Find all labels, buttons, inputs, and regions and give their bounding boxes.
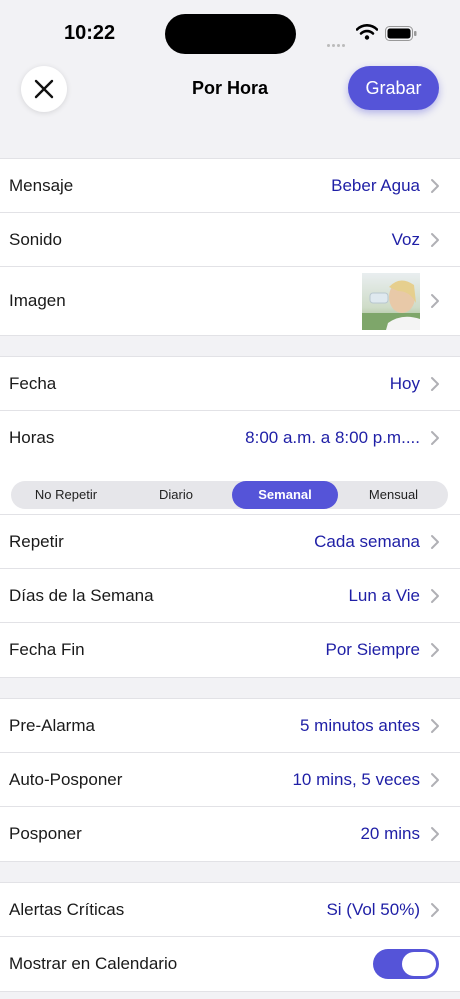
row-label: Días de la Semana xyxy=(9,585,154,605)
row-weekdays[interactable]: Días de la Semana Lun a Vie xyxy=(0,569,460,623)
segment-monthly[interactable]: Mensual xyxy=(339,481,448,509)
row-value: Voz xyxy=(391,229,420,249)
dynamic-island xyxy=(165,14,296,54)
chevron-right-icon xyxy=(431,178,439,193)
segment-daily[interactable]: Diario xyxy=(121,481,231,509)
row-label: Fecha Fin xyxy=(9,640,85,659)
row-value: Lun a Vie xyxy=(348,585,420,605)
row-label: Imagen xyxy=(9,291,66,310)
save-button[interactable]: Grabar xyxy=(348,66,439,110)
calendar-toggle[interactable] xyxy=(373,949,439,979)
chevron-right-icon xyxy=(431,902,439,917)
row-pre-alarm[interactable]: Pre-Alarma 5 minutos antes xyxy=(0,699,460,753)
group-alarm: Pre-Alarma 5 minutos antes Auto-Posponer… xyxy=(0,698,460,862)
row-auto-snooze[interactable]: Auto-Posponer 10 mins, 5 veces xyxy=(0,753,460,807)
row-value: 5 minutos antes xyxy=(299,715,420,735)
row-value: 10 mins, 5 veces xyxy=(292,769,420,789)
row-label: Posponer xyxy=(9,824,82,843)
chevron-right-icon xyxy=(431,718,439,733)
row-sound[interactable]: Sonido Voz xyxy=(0,213,460,267)
status-time: 10:22 xyxy=(64,22,116,44)
chevron-right-icon xyxy=(431,643,439,657)
row-label: Repetir xyxy=(9,531,64,551)
row-date[interactable]: Fecha Hoy xyxy=(0,357,460,411)
row-show-in-calendar: Mostrar en Calendario xyxy=(0,937,460,991)
row-message[interactable]: Mensaje Beber Agua xyxy=(0,159,460,213)
chevron-right-icon xyxy=(431,534,439,549)
segment-track: No Repetir Diario Semanal Mensual xyxy=(11,481,448,509)
row-image[interactable]: Imagen xyxy=(0,267,460,335)
toggle-knob xyxy=(402,952,436,976)
row-value: Por Siempre xyxy=(325,640,420,659)
wifi-icon xyxy=(356,24,378,40)
chevron-right-icon xyxy=(431,294,439,308)
segment-weekly[interactable]: Semanal xyxy=(232,481,338,509)
row-snooze[interactable]: Posponer 20 mins xyxy=(0,807,460,861)
row-label: Alertas Críticas xyxy=(9,899,125,919)
row-value: Si (Vol 50%) xyxy=(326,899,420,919)
row-value: Cada semana xyxy=(314,531,420,551)
segment-no-repeat[interactable]: No Repetir xyxy=(11,481,121,509)
row-value: Hoy xyxy=(389,373,420,393)
chevron-right-icon xyxy=(431,376,439,391)
repeat-segmented-control: No Repetir Diario Semanal Mensual xyxy=(0,463,460,515)
group-date: Fecha Hoy Horas 8:00 a.m. a 8:00 p.m.... xyxy=(0,356,460,466)
row-repeat[interactable]: Repetir Cada semana xyxy=(0,515,460,569)
row-hours[interactable]: Horas 8:00 a.m. a 8:00 p.m.... xyxy=(0,411,460,465)
row-label: Mostrar en Calendario xyxy=(9,954,178,973)
row-value: 20 mins xyxy=(360,824,420,843)
row-value: Beber Agua xyxy=(331,175,420,195)
group-repeat: Repetir Cada semana Días de la Semana Lu… xyxy=(0,514,460,678)
row-label: Fecha xyxy=(9,373,57,393)
row-label: Sonido xyxy=(9,229,62,249)
chevron-right-icon xyxy=(431,588,439,603)
chevron-right-icon xyxy=(431,827,439,841)
row-value: 8:00 a.m. a 8:00 p.m.... xyxy=(245,428,420,447)
chevron-right-icon xyxy=(431,431,439,445)
row-label: Horas xyxy=(9,428,55,447)
group-message: Mensaje Beber Agua Sonido Voz Imagen xyxy=(0,158,460,336)
cellular-signal-icon xyxy=(327,34,349,47)
row-label: Mensaje xyxy=(9,175,74,195)
status-bar: 10:22 xyxy=(0,0,460,62)
battery-icon xyxy=(385,26,417,41)
row-end-date[interactable]: Fecha Fin Por Siempre xyxy=(0,623,460,677)
chevron-right-icon xyxy=(431,772,439,787)
row-critical-alerts[interactable]: Alertas Críticas Si (Vol 50%) xyxy=(0,883,460,937)
row-label: Auto-Posponer xyxy=(9,769,123,789)
nav-bar: Por Hora Grabar xyxy=(0,62,460,122)
group-alerts: Alertas Críticas Si (Vol 50%) Mostrar en… xyxy=(0,882,460,992)
chevron-right-icon xyxy=(431,232,439,247)
row-label: Pre-Alarma xyxy=(9,715,95,735)
image-thumbnail xyxy=(362,273,420,330)
